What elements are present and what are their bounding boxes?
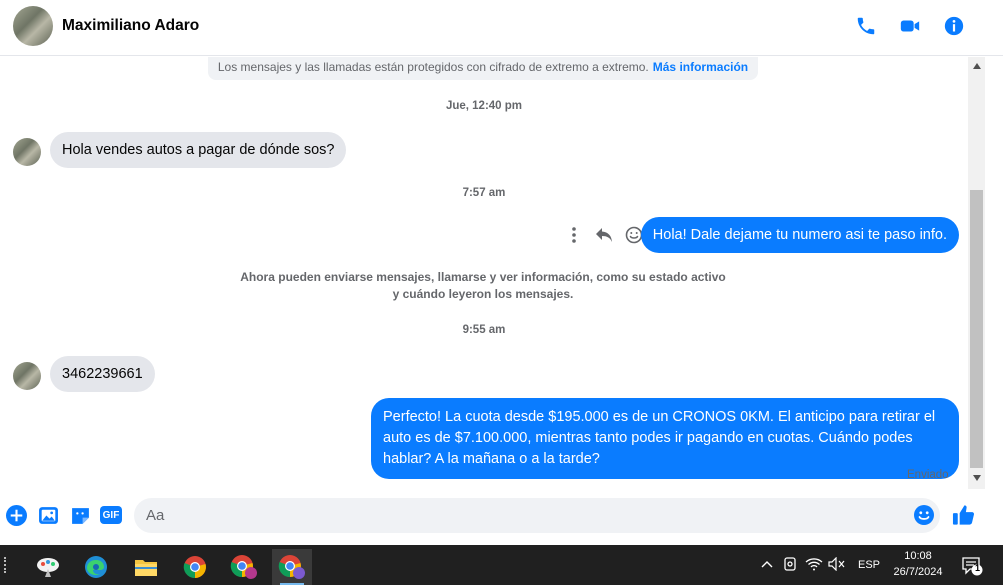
add-icon[interactable] [4,503,28,527]
wifi-icon[interactable] [805,555,823,573]
scroll-up-arrow-icon[interactable] [968,59,985,73]
encryption-text: Los mensajes y las llamadas están proteg… [217,59,649,74]
message-actions [564,225,644,245]
taskbar-gripper [4,557,6,573]
clock-time: 10:08 [904,550,932,562]
reply-icon[interactable] [594,225,614,245]
chrome-profile-icon[interactable] [224,549,264,585]
clock-date: 26/7/2024 [893,566,943,578]
show-hidden-icons-icon[interactable] [758,555,776,573]
file-explorer-icon[interactable] [126,549,166,585]
contact-avatar[interactable] [13,6,53,46]
gif-icon[interactable]: GIF [98,503,124,527]
paint-icon[interactable] [28,549,68,585]
phone-icon[interactable] [853,13,879,39]
scroll-thumb[interactable] [970,190,983,468]
volume-muted-icon[interactable] [828,555,846,573]
chrome-icon[interactable] [175,549,215,585]
incoming-message[interactable]: 3462239661 [50,356,155,392]
composer: GIF [0,489,1003,545]
emoji-icon[interactable] [913,504,935,526]
photo-icon[interactable] [36,503,60,527]
messenger-window: Maximiliano Adaro Los mensajes y las lla… [0,0,1003,585]
more-options-icon[interactable] [564,225,584,245]
outgoing-message[interactable]: Perfecto! La cuota desde $195.000 es de … [371,398,959,479]
sender-avatar[interactable] [13,138,41,166]
more-info-link[interactable]: Más información [653,60,748,74]
like-icon[interactable] [951,503,975,527]
message-input-wrapper [134,498,940,533]
scroll-down-arrow-icon[interactable] [968,471,985,485]
camera-tray-icon[interactable] [781,555,799,573]
timestamp: 9:55 am [462,324,506,336]
taskbar: ESP 10:08 26/7/2024 1 [0,545,1003,585]
chat-scrollbar[interactable] [968,57,985,489]
notification-count: 1 [975,563,981,573]
chrome-active-window-icon[interactable] [272,549,312,585]
timestamp: 7:57 am [462,187,506,199]
encryption-notice: Los mensajes y las llamadas están proteg… [208,57,758,80]
gif-label: GIF [100,506,122,524]
message-list: Los mensajes y las llamadas están proteg… [0,57,968,489]
edge-icon[interactable] [76,549,116,585]
language-indicator[interactable]: ESP [858,559,880,571]
contact-name[interactable]: Maximiliano Adaro [62,17,199,35]
message-input[interactable] [146,498,906,533]
notification-center-icon[interactable]: 1 [960,554,984,578]
clock[interactable]: 10:08 26/7/2024 [886,548,950,580]
system-message: Ahora pueden enviarse mensajes, llamarse… [240,270,726,301]
timestamp: Jue, 12:40 pm [445,100,523,112]
info-icon[interactable] [941,13,967,39]
sticker-icon[interactable] [68,503,92,527]
outgoing-message[interactable]: Hola! Dale dejame tu numero asi te paso … [640,217,959,253]
video-icon[interactable] [897,13,923,39]
incoming-message[interactable]: Hola vendes autos a pagar de dónde sos? [50,132,347,168]
sender-avatar[interactable] [13,362,41,390]
message-status: Enviado [907,469,949,481]
chat-header: Maximiliano Adaro [0,0,1003,56]
